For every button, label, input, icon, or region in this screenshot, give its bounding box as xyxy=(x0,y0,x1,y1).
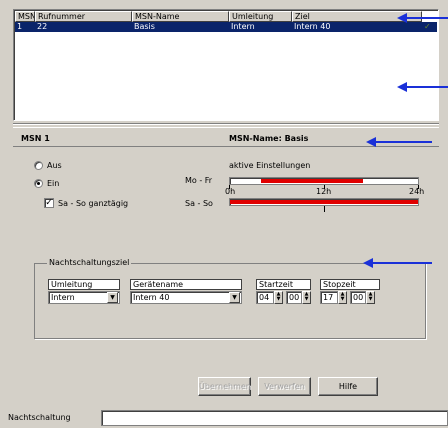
panel-title-name: MSN-Name: Basis xyxy=(229,134,309,143)
start-hour-spinner-icon[interactable]: ▲ ▼ xyxy=(274,291,283,304)
col-header-umleitung[interactable]: Umleitung xyxy=(229,11,292,22)
annotation-arrow xyxy=(397,82,448,92)
radio-on[interactable] xyxy=(34,179,43,188)
msn-list[interactable]: MSN Rufnummer MSN-Name Umleitung Ziel 1 … xyxy=(13,9,439,121)
stop-hour-value: 17 xyxy=(323,293,334,302)
weekend-active-range xyxy=(230,200,418,204)
weekend-allday-label: Sa - So ganztägig xyxy=(58,199,129,208)
status-bar: Nachtschaltung xyxy=(0,408,448,428)
col-header-startzeit: Startzeit xyxy=(256,279,311,290)
cell-msn-name: Basis xyxy=(134,22,155,31)
weekday-schedule-bar xyxy=(229,177,419,185)
night-target-group-label: Nachtschaltungsziel xyxy=(47,258,132,267)
weekend-label: Sa - So xyxy=(185,199,213,208)
device-select[interactable]: Intern 40 xyxy=(130,291,242,304)
cell-umleitung: Intern xyxy=(231,22,255,31)
start-hour-field[interactable]: 04 xyxy=(256,291,274,304)
weekend-allday-checkbox[interactable]: ✓ xyxy=(44,198,54,208)
col-header-msn-name[interactable]: MSN-Name xyxy=(132,11,229,22)
start-min-value: 00 xyxy=(289,293,300,302)
device-value: Intern 40 xyxy=(133,293,170,302)
help-button[interactable]: Hilfe xyxy=(318,377,378,396)
start-hour-value: 04 xyxy=(259,293,270,302)
weekday-active-range xyxy=(261,179,363,183)
stop-hour-field[interactable]: 17 xyxy=(320,291,338,304)
annotation-arrow xyxy=(363,258,432,268)
umleitung-value: Intern xyxy=(51,293,75,302)
start-min-spinner-icon[interactable]: ▲ ▼ xyxy=(302,291,311,304)
col-header-umleitung: Umleitung xyxy=(48,279,120,290)
start-min-field[interactable]: 00 xyxy=(286,291,302,304)
status-value-field xyxy=(101,410,448,426)
axis-label-0h: 0h xyxy=(225,187,236,196)
cell-msn: 1 xyxy=(17,22,23,31)
msn-detail-panel: MSN 1 MSN-Name: Basis Aus Ein ✓ Sa - So … xyxy=(13,127,439,407)
discard-button[interactable]: Verwerfen xyxy=(258,377,311,396)
col-header-stopzeit: Stopzeit xyxy=(320,279,380,290)
axis-label-12h: 12h xyxy=(316,187,332,196)
apply-button[interactable]: Übernehmen xyxy=(198,377,251,396)
active-check-icon: ✓ xyxy=(424,22,431,31)
status-label: Nachtschaltung xyxy=(8,413,71,422)
cell-ziel: Intern 40 xyxy=(294,22,331,31)
splitter[interactable] xyxy=(13,123,439,125)
stop-hour-spinner-icon[interactable]: ▲ ▼ xyxy=(338,291,347,304)
col-header-rufnummer[interactable]: Rufnummer xyxy=(35,11,132,22)
umleitung-dropdown-icon[interactable]: ▼ xyxy=(107,292,118,303)
weekend-schedule-bar xyxy=(229,198,419,206)
col-header-geraetename: Gerätename xyxy=(130,279,242,290)
axis-tick xyxy=(324,206,325,212)
col-header-msn[interactable]: MSN xyxy=(15,11,35,22)
schedule-caption: aktive Einstellungen xyxy=(229,161,311,170)
axis-label-24h: 24h xyxy=(409,187,425,196)
panel-title-msn: MSN 1 xyxy=(21,134,50,143)
weekday-label: Mo - Fr xyxy=(185,176,213,185)
annotation-arrow xyxy=(366,137,432,147)
list-header: MSN Rufnummer MSN-Name Umleitung Ziel xyxy=(15,11,422,22)
stop-min-field[interactable]: 00 xyxy=(350,291,366,304)
annotation-arrow xyxy=(397,13,448,23)
cell-rufnummer: 22 xyxy=(37,22,48,31)
radio-on-label: Ein xyxy=(47,179,60,188)
stop-min-value: 00 xyxy=(353,293,364,302)
table-row[interactable]: 1 22 Basis Intern Intern 40 ✓ xyxy=(15,22,437,32)
device-dropdown-icon[interactable]: ▼ xyxy=(229,292,240,303)
radio-off-label: Aus xyxy=(47,161,62,170)
stop-min-spinner-icon[interactable]: ▲ ▼ xyxy=(366,291,375,304)
radio-off[interactable] xyxy=(34,161,43,170)
